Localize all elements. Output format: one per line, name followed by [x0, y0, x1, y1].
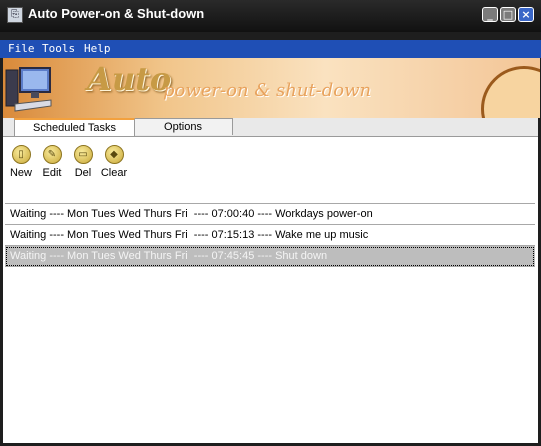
task-row-selected[interactable]: Waiting ---- Mon Tues Wed Thurs Fri ----…	[5, 246, 535, 267]
scheduled-tasks-panel: ▯ New ✎ Edit ▭ Del ◆ Clear Waiting ---- …	[3, 136, 538, 443]
title-bar[interactable]: ⎘ Auto Power-on & Shut-down _ □ ×	[0, 0, 541, 32]
clock-icon	[481, 66, 540, 118]
close-button[interactable]: ×	[518, 7, 534, 22]
menu-file[interactable]: File	[8, 42, 35, 55]
computer-icon	[5, 67, 52, 112]
app-banner: Auto power-on & shut-down	[3, 58, 540, 118]
minimize-button[interactable]: _	[482, 7, 498, 22]
app-icon[interactable]: ⎘	[7, 7, 23, 23]
menu-help[interactable]: Help	[84, 42, 111, 55]
tab-scheduled-tasks[interactable]: Scheduled Tasks	[14, 118, 135, 137]
tab-strip: Options Scheduled Tasks	[3, 118, 538, 137]
edit-icon: ✎	[42, 145, 62, 164]
task-row[interactable]: Waiting ---- Mon Tues Wed Thurs Fri ----…	[5, 225, 535, 246]
banner-title: Auto	[87, 60, 172, 98]
clear-button[interactable]: ◆ Clear	[96, 145, 132, 179]
task-row[interactable]: Waiting ---- Mon Tues Wed Thurs Fri ----…	[5, 204, 535, 225]
new-icon: ▯	[11, 145, 31, 164]
clear-label: Clear	[100, 167, 128, 179]
maximize-button[interactable]: □	[500, 7, 516, 22]
tab-options[interactable]: Options	[133, 118, 233, 135]
delete-icon: ▭	[73, 145, 93, 164]
task-list[interactable]: Waiting ---- Mon Tues Wed Thurs Fri ----…	[5, 203, 535, 442]
clear-icon: ◆	[104, 145, 124, 164]
banner-subtitle: power-on & shut-down	[163, 80, 372, 101]
window-title: Auto Power-on & Shut-down	[28, 6, 205, 21]
app-window: ⎘ Auto Power-on & Shut-down _ □ × File T…	[0, 0, 541, 446]
menu-bar: File Tools Help	[0, 40, 541, 58]
menu-tools[interactable]: Tools	[42, 42, 75, 55]
